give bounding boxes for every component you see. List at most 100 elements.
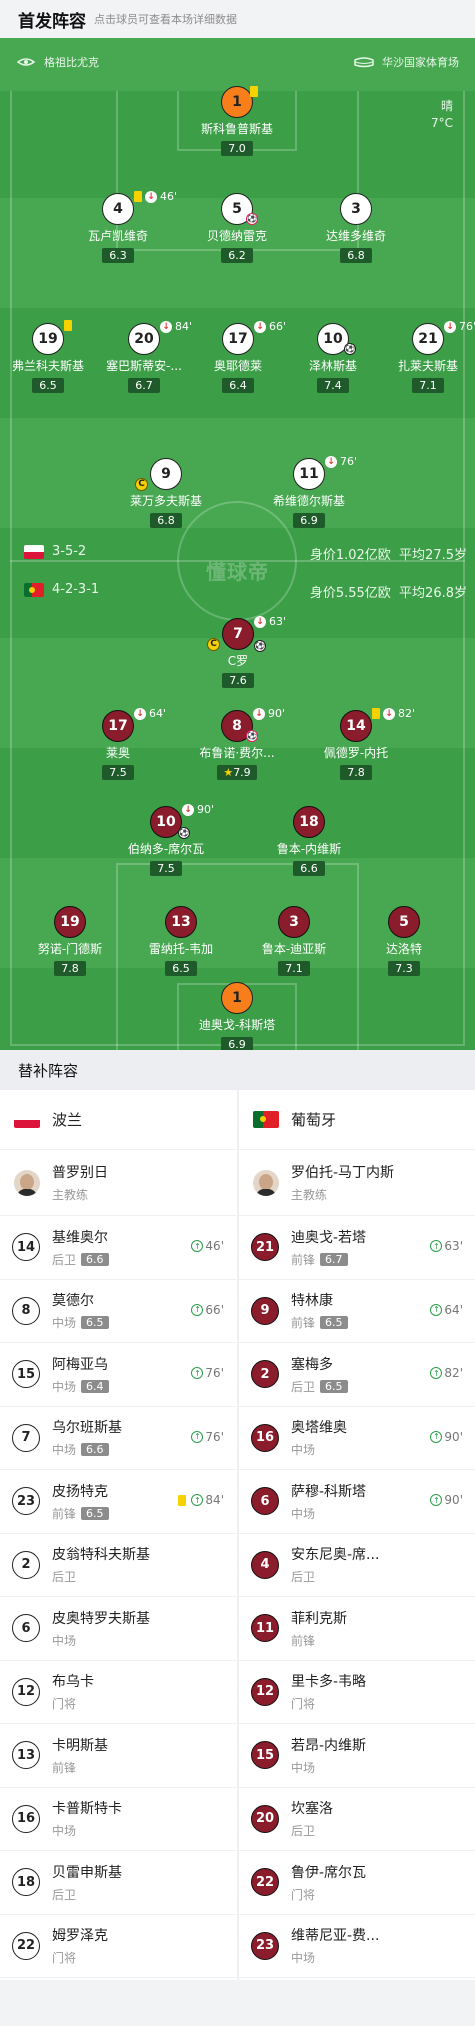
player-name: 鲁本-迪亚斯 xyxy=(261,942,327,956)
sub-player-row[interactable]: 13 卡明斯基 前锋 xyxy=(0,1724,236,1788)
sub-player-number: 22 xyxy=(251,1868,279,1897)
page-title: 首发阵容 xyxy=(18,11,86,32)
player-rating: 7.1 xyxy=(412,378,444,393)
sub-in-icon: ↑ xyxy=(430,1430,443,1443)
player-number: 19 xyxy=(54,906,86,938)
player-poland-17[interactable]: 17 ↓ 66' 奥耶德莱 6.4 xyxy=(183,320,293,393)
player-rating: 7.1 xyxy=(278,961,310,976)
sub-player-name: 卡明斯基 xyxy=(52,1737,108,1754)
player-rating: 6.8 xyxy=(150,513,182,528)
captain-icon: C xyxy=(135,478,148,491)
sub-player-row[interactable]: 2 皮翁特科夫斯基 后卫 xyxy=(0,1534,236,1597)
player-portugal-10[interactable]: 10 ↓ 90' ⚽ 伯纳多-席尔瓦 7.5 xyxy=(111,803,221,876)
sub-player-number: 12 xyxy=(251,1677,279,1706)
player-portugal-19[interactable]: 19 努诺-门德斯 7.8 xyxy=(15,906,125,976)
venue-label: 华沙国家体育场 xyxy=(354,54,459,70)
player-portugal-5[interactable]: 5 达洛特 7.3 xyxy=(349,906,459,976)
player-poland-gk[interactable]: 1 斯科鲁普斯基 7.0 xyxy=(182,86,292,156)
player-rating: 6.3 xyxy=(102,248,134,263)
player-name: 瓦卢凯维奇 xyxy=(87,229,148,243)
coach-role: 主教练 xyxy=(291,1188,328,1202)
player-name: 斯科鲁普斯基 xyxy=(200,122,273,136)
sub-in-info: ↑ 76' xyxy=(191,1430,224,1444)
sub-player-row[interactable]: 15 若昂-内维斯 中场 xyxy=(239,1724,475,1788)
sub-player-number: 16 xyxy=(251,1423,279,1452)
sub-player-row[interactable]: 16 卡普斯特卡 中场 xyxy=(0,1788,236,1851)
sub-player-row[interactable]: 9 特林康 前锋 6.5 ↑ 64' xyxy=(239,1280,475,1343)
sub-out-icon: ↓ xyxy=(160,320,172,333)
player-number: 3 xyxy=(278,906,310,938)
player-number: 5 xyxy=(388,906,420,938)
sub-player-row[interactable]: 23 皮扬特克 前锋 6.5 ↑ 84' xyxy=(0,1470,236,1534)
player-portugal-18[interactable]: 18 鲁本-内维斯 6.6 xyxy=(254,806,364,876)
poland-coach[interactable]: 普罗别日 主教练 xyxy=(0,1150,236,1216)
player-name: 弗兰科夫斯基 xyxy=(11,359,84,373)
player-portugal-gk[interactable]: 1 迪奥戈-科斯塔 6.9 xyxy=(182,982,292,1050)
player-name: 鲁本-内维斯 xyxy=(276,842,342,856)
sub-in-info: ↑ 90' xyxy=(430,1493,463,1507)
player-poland-10[interactable]: 10 ⚽ 泽林斯基 7.4 xyxy=(278,323,388,393)
player-poland-11[interactable]: 11 ↓ 76' 希维德尔斯基 6.9 xyxy=(254,455,364,528)
sub-player-name: 乌尔班斯基 xyxy=(52,1420,122,1437)
sub-player-rating: 6.5 xyxy=(81,1316,109,1330)
player-poland-19[interactable]: 19 弗兰科夫斯基 6.5 xyxy=(0,320,103,393)
sub-player-row[interactable]: 16 奥塔维奥 中场 ↑ 90' xyxy=(239,1407,475,1470)
poland-squad-value: 身价1.02亿欧 平均27.5岁 xyxy=(309,548,467,563)
sub-player-number: 18 xyxy=(12,1868,40,1897)
yellow-card-icon xyxy=(64,320,72,331)
player-poland-21[interactable]: 21 ↓ 76' 扎莱夫斯基 7.1 xyxy=(373,320,475,393)
player-poland-9[interactable]: 9 C 莱万多夫斯基 6.8 xyxy=(111,458,221,528)
sub-player-row[interactable]: 11 菲利克斯 前锋 xyxy=(239,1597,475,1661)
sub-player-row[interactable]: 15 阿梅亚乌 中场 6.4 ↑ 76' xyxy=(0,1343,236,1407)
sub-player-row[interactable]: 21 迪奥戈-若塔 前锋 6.7 ↑ 63' xyxy=(239,1216,475,1280)
player-rating: 7.8 xyxy=(54,961,86,976)
stadium-icon xyxy=(354,56,374,68)
player-rating: 6.4 xyxy=(222,378,254,393)
sub-player-row[interactable]: 23 维蒂尼亚-费... 中场 xyxy=(239,1915,475,1978)
sub-player-row[interactable]: 4 安东尼奥-席... 后卫 xyxy=(239,1534,475,1597)
player-rating: 6.5 xyxy=(32,378,64,393)
sub-player-row[interactable]: 12 里卡多-韦略 门将 xyxy=(239,1661,475,1724)
sub-player-row[interactable]: 18 贝雷申斯基 后卫 xyxy=(0,1851,236,1915)
subs-panel: 波兰 普罗别日 主教练 14 基维奥尔 后卫 6.6 ↑ 46' 8 莫德尔 中场 6.5 ↑ 66'… xyxy=(0,1090,475,1980)
sub-player-row[interactable]: 6 萨穆-科斯塔 中场 ↑ 90' xyxy=(239,1470,475,1534)
sub-player-row[interactable]: 20 坎塞洛 后卫 xyxy=(239,1788,475,1851)
portugal-coach[interactable]: 罗伯托-马丁内斯 主教练 xyxy=(239,1150,475,1216)
sub-player-name: 姆罗泽克 xyxy=(52,1928,108,1945)
coach-avatar xyxy=(14,1169,40,1196)
sub-player-position: 中场 xyxy=(291,1443,316,1458)
sub-player-rating: 6.5 xyxy=(320,1379,348,1393)
player-number: 14 xyxy=(340,710,372,742)
player-portugal-13[interactable]: 13 雷纳托-韦加 6.5 xyxy=(126,906,236,976)
player-rating: 6.7 xyxy=(128,378,160,393)
goal-icon: ⚽ xyxy=(254,640,266,652)
sub-player-row[interactable]: 22 鲁伊-席尔瓦 门将 xyxy=(239,1851,475,1915)
player-poland-3[interactable]: 3 达维多维奇 6.8 xyxy=(301,193,411,263)
watermark: 懂球帝 xyxy=(206,560,269,584)
player-portugal-7[interactable]: 7 ↓ 63' C ⚽ C罗 7.6 xyxy=(183,615,293,688)
player-portugal-3[interactable]: 3 鲁本-迪亚斯 7.1 xyxy=(239,906,349,976)
sub-player-name: 卡普斯特卡 xyxy=(52,1801,122,1818)
sub-in-icon: ↑ xyxy=(191,1367,204,1379)
player-poland-5[interactable]: 5 ⚽ 贝德纳雷克 6.2 xyxy=(182,193,292,263)
player-portugal-8[interactable]: 8 ↓ 90' ⚽ 布鲁诺·费尔... ★7.9 xyxy=(182,707,292,780)
sub-player-row[interactable]: 6 皮奥特罗夫斯基 中场 xyxy=(0,1597,236,1661)
sub-player-row[interactable]: 8 莫德尔 中场 6.5 ↑ 66' xyxy=(0,1280,236,1343)
sub-in-icon: ↑ xyxy=(430,1367,443,1379)
sub-player-row[interactable]: 22 姆罗泽克 门将 xyxy=(0,1915,236,1978)
player-rating: 7.0 xyxy=(221,141,253,156)
sub-player-row[interactable]: 7 乌尔班斯基 中场 6.6 ↑ 76' xyxy=(0,1407,236,1470)
player-rating: 7.5 xyxy=(150,861,182,876)
player-portugal-14[interactable]: 14 ↓ 82' 佩德罗-内托 7.8 xyxy=(301,707,415,780)
player-poland-4[interactable]: 4 ↓ 46' 瓦卢凯维奇 6.3 xyxy=(63,190,177,263)
sub-player-name: 阿梅亚乌 xyxy=(52,1356,108,1373)
sub-player-row[interactable]: 2 塞梅多 后卫 6.5 ↑ 82' xyxy=(239,1343,475,1407)
sub-player-number: 6 xyxy=(251,1487,279,1516)
sub-player-row[interactable]: 14 基维奥尔 后卫 6.6 ↑ 46' xyxy=(0,1216,236,1280)
player-number: 13 xyxy=(165,906,197,938)
sub-player-row[interactable]: 12 布乌卡 门将 xyxy=(0,1661,236,1724)
sub-in-info: ↑ 63' xyxy=(430,1239,463,1253)
player-portugal-17[interactable]: 17 ↓ 64' 莱奥 7.5 xyxy=(63,707,173,780)
sub-player-position: 中场 xyxy=(291,1951,316,1966)
poland-formation: 3-5-2 xyxy=(24,544,86,559)
